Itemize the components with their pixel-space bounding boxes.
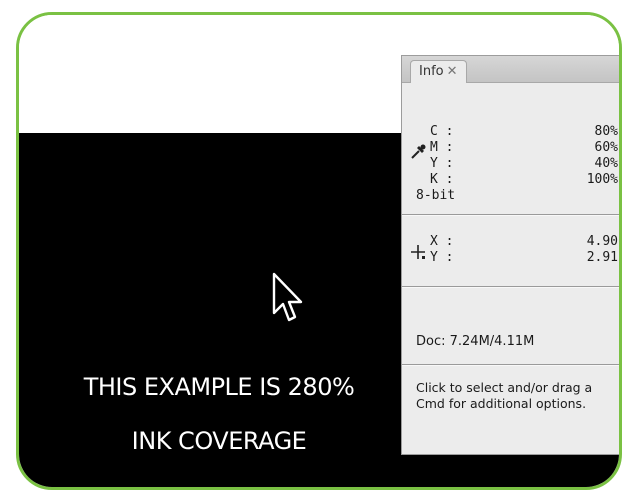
- panel-divider: [402, 214, 619, 216]
- cmyk-row-m: M : 60%: [402, 140, 618, 156]
- cmyk-value-y: 40%: [594, 156, 618, 171]
- panel-hint-text: Click to select and/or drag a Cmd for ad…: [416, 380, 619, 412]
- coord-value-x: 4.90: [586, 234, 618, 249]
- coord-row-x: X : 4.90: [402, 234, 618, 250]
- arrow-cursor-icon: [272, 272, 303, 322]
- panel-tab-bar: Info ✕: [402, 56, 619, 83]
- panel-divider: [402, 364, 619, 366]
- bit-depth-row: 8-bit: [402, 188, 618, 204]
- cmyk-value-m: 60%: [594, 140, 618, 155]
- tab-close-icon[interactable]: ✕: [447, 64, 458, 79]
- hint-line-1: Click to select and/or drag a: [416, 380, 593, 395]
- cmyk-value-c: 80%: [594, 124, 618, 139]
- caption-line-2: INK COVERAGE: [131, 427, 307, 455]
- cmyk-row-y: Y : 40%: [402, 156, 618, 172]
- tab-info[interactable]: Info ✕: [410, 60, 467, 83]
- hint-line-2: Cmd for additional options.: [416, 396, 587, 411]
- cmyk-row-k: K : 100%: [402, 172, 618, 188]
- info-panel: Info ✕ C : 80% M : 60% Y : 40% K : 100% 8…: [401, 55, 619, 455]
- coord-row-y: Y : 2.91: [402, 250, 618, 266]
- caption-line-1: THIS EXAMPLE IS 280%: [83, 373, 355, 401]
- panel-divider: [402, 286, 619, 288]
- bit-depth-label: 8-bit: [416, 188, 456, 203]
- cmyk-value-k: 100%: [586, 172, 618, 187]
- cmyk-row-c: C : 80%: [402, 124, 618, 140]
- tab-info-label: Info: [419, 64, 444, 79]
- image-frame: THIS EXAMPLE IS 280% INK COVERAGE Info ✕ …: [16, 12, 622, 490]
- doc-size-readout: Doc: 7.24M/4.11M: [416, 334, 535, 349]
- coord-value-y: 2.91: [586, 250, 618, 265]
